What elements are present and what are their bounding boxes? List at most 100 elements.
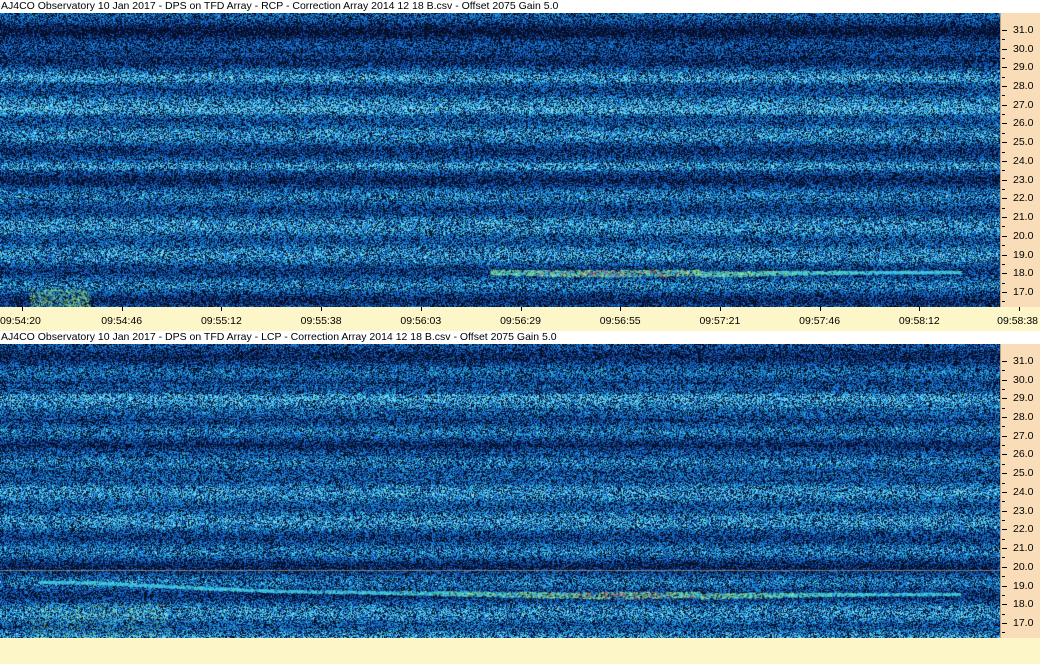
time-label: 09:55:12 [200,315,242,327]
freq-tick [1002,548,1007,550]
freq-minor-tick [1002,76,1005,78]
freq-tick [1002,235,1007,237]
time-label: 09:57:21 [699,315,741,327]
freq-minor-tick [1002,407,1005,409]
freq-minor-tick [1002,114,1005,116]
time-label: 09:56:29 [500,315,541,327]
freq-tick [1002,417,1007,419]
freq-label: 18.0 [1013,598,1034,611]
freq-minor-tick [1002,370,1005,372]
freq-tick [1002,510,1007,512]
freq-tick [1002,604,1007,606]
time-tick [221,307,223,311]
time-tick [22,307,23,311]
freq-label: 24.0 [1013,154,1034,167]
freq-minor-tick [1002,501,1005,503]
freq-minor-tick [1002,301,1005,303]
freq-label: 25.0 [1013,136,1034,149]
freq-tick [1002,273,1007,275]
time-tick [321,307,323,311]
freq-minor-tick [1002,263,1005,265]
freq-minor-tick [1002,189,1005,191]
freq-tick [1002,623,1007,625]
time-tick [520,307,522,311]
freq-label: 21.0 [1013,211,1034,224]
freq-minor-tick [1002,445,1005,447]
freq-label: 26.0 [1013,117,1034,130]
time-tick [819,307,821,311]
freq-tick [1002,529,1007,531]
time-label: 09:56:03 [400,315,442,327]
time-label: 09:57:46 [799,315,841,327]
freq-tick [1002,585,1007,587]
freq-label: 30.0 [1013,373,1034,386]
freq-tick [1002,29,1007,31]
lcp-footer-bar [0,638,1040,662]
freq-minor-tick [1002,426,1005,428]
freq-label: 29.0 [1013,392,1034,405]
freq-tick [1002,217,1007,219]
freq-label: 21.0 [1013,542,1034,555]
freq-tick [1002,123,1007,125]
time-label: 09:55:38 [300,315,342,327]
freq-label: 26.0 [1013,448,1034,461]
freq-minor-tick [1002,576,1005,578]
freq-tick [1002,86,1007,88]
time-tick [420,307,422,311]
freq-label: 19.0 [1013,579,1034,592]
freq-minor-tick [1002,557,1005,559]
freq-label: 22.0 [1013,523,1034,536]
freq-tick [1002,254,1007,256]
freq-minor-tick [1002,151,1005,153]
freq-minor-tick [1002,613,1005,615]
freq-minor-tick [1002,482,1005,484]
freq-label: 20.0 [1013,229,1034,242]
freq-label: 28.0 [1013,411,1034,424]
freq-minor-tick [1002,170,1005,172]
freq-tick [1002,360,1007,362]
freq-tick [1002,142,1007,144]
freq-label: 17.0 [1013,286,1034,299]
freq-tick [1002,292,1007,294]
time-label: 09:54:46 [101,315,143,327]
freq-label: 27.0 [1013,98,1034,111]
time-tick [1019,307,1020,311]
freq-minor-tick [1002,95,1005,97]
freq-minor-tick [1002,245,1005,247]
lcp-panel: AJ4CO Observatory 10 Jan 2017 - DPS on T… [0,331,1040,664]
lcp-spectrogram[interactable] [0,344,1000,638]
freq-minor-tick [1002,463,1005,465]
freq-label: 31.0 [1013,354,1034,367]
freq-label: 20.0 [1013,560,1034,573]
time-label: 09:56:55 [599,315,641,327]
freq-tick [1002,398,1007,400]
freq-tick [1002,67,1007,69]
time-tick [620,307,622,311]
freq-minor-tick [1002,282,1005,284]
freq-label: 25.0 [1013,467,1034,480]
lcp-frequency-axis: 31.0 30.0 29.0 28.0 27.0 26.0 25.0 24.0 23.0 22.0… [1000,344,1040,638]
freq-label: 29.0 [1013,61,1034,74]
freq-label: 23.0 [1013,504,1034,517]
rcp-spectrogram[interactable] [0,13,1000,307]
freq-tick [1002,566,1007,568]
freq-label: 23.0 [1013,173,1034,186]
freq-label: 24.0 [1013,485,1034,498]
rcp-panel-title: AJ4CO Observatory 10 Jan 2017 - DPS on T… [0,0,1040,13]
freq-label: 19.0 [1013,248,1034,261]
time-tick [121,307,123,311]
freq-tick [1002,48,1007,50]
freq-minor-tick [1002,388,1005,390]
time-label: 09:58:12 [898,315,940,327]
freq-minor-tick [1002,207,1005,209]
freq-label: 22.0 [1013,192,1034,205]
freq-minor-tick [1002,594,1005,596]
freq-minor-tick [1002,520,1005,522]
freq-label: 27.0 [1013,429,1034,442]
freq-minor-tick [1002,39,1005,41]
freq-label: 17.0 [1013,617,1034,630]
time-tick [919,307,921,311]
freq-label: 31.0 [1013,23,1034,36]
freq-tick [1002,379,1007,381]
freq-tick [1002,491,1007,493]
